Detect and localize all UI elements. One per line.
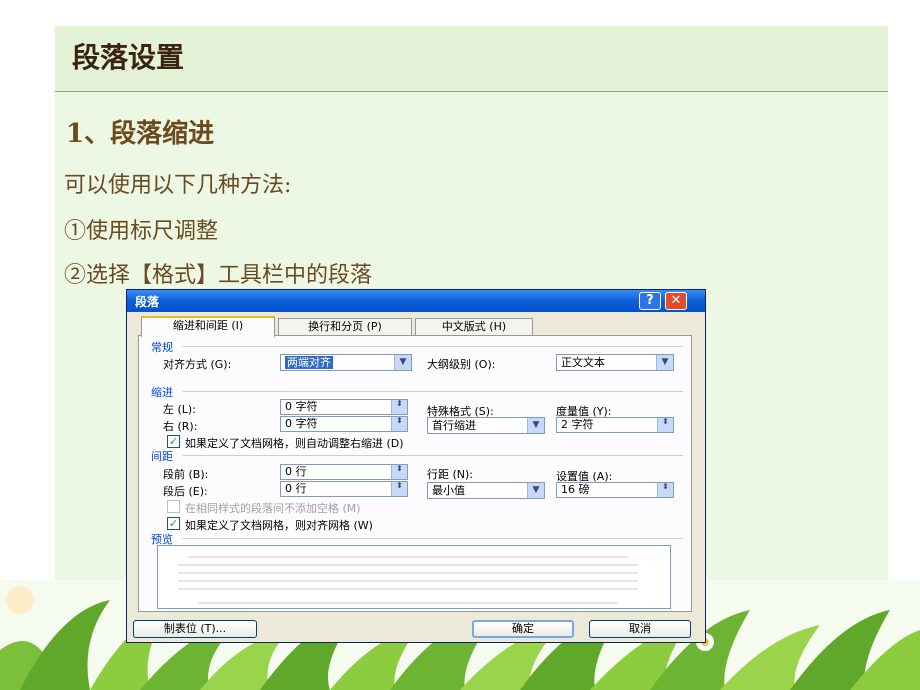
no-space-label: 在相同样式的段落间不添加空格 (M) — [185, 502, 361, 515]
spinner-arrows-icon[interactable]: ⬍ — [657, 483, 673, 497]
spacing-at-value: 16 磅 — [561, 483, 590, 496]
tab-stops-button[interactable]: 制表位 (T)... — [133, 620, 257, 638]
space-after-value: 0 行 — [285, 482, 307, 495]
group-spacing-label: 间距 — [151, 450, 173, 463]
body-line-3: ②选择【格式】工具栏中的段落 — [64, 263, 373, 288]
line-spacing-select[interactable]: 最小值 ▼ — [427, 482, 545, 499]
group-indent-label: 缩进 — [151, 386, 173, 399]
group-divider — [183, 346, 683, 347]
chevron-down-icon[interactable]: ▼ — [656, 355, 673, 370]
alignment-label: 对齐方式 (G): — [163, 358, 232, 371]
paragraph-dialog: 段落 ? ✕ 缩进和间距 (I) 换行和分页 (P) 中文版式 (H) 常规 对… — [126, 289, 706, 643]
snap-grid-label: 如果定义了文档网格，则对齐网格 (W) — [185, 519, 373, 532]
no-space-checkbox[interactable] — [167, 500, 180, 513]
special-indent-value: 首行缩进 — [432, 419, 476, 432]
indent-by-spinner[interactable]: 2 字符 ⬍ — [556, 417, 674, 433]
close-button[interactable]: ✕ — [665, 292, 687, 310]
cancel-button[interactable]: 取消 — [589, 620, 691, 638]
spinner-arrows-icon[interactable]: ⬍ — [391, 417, 407, 431]
slide-title: 段落设置 — [72, 41, 185, 74]
spinner-arrows-icon[interactable]: ⬍ — [391, 400, 407, 414]
indent-by-value: 2 字符 — [561, 418, 594, 431]
ok-button[interactable]: 确定 — [472, 620, 574, 638]
chevron-down-icon[interactable]: ▼ — [394, 355, 411, 370]
spinner-arrows-icon[interactable]: ⬍ — [657, 418, 673, 432]
chevron-down-icon[interactable]: ▼ — [527, 483, 544, 498]
spacing-at-spinner[interactable]: 16 磅 ⬍ — [556, 482, 674, 498]
line-spacing-value: 最小值 — [432, 484, 465, 497]
group-divider — [183, 538, 683, 539]
chevron-down-icon[interactable]: ▼ — [527, 418, 544, 433]
indent-left-spinner[interactable]: 0 字符 ⬍ — [280, 399, 408, 415]
snap-grid-checkbox[interactable]: ✓ — [167, 517, 180, 530]
spinner-arrows-icon[interactable]: ⬍ — [391, 465, 407, 479]
tab-asian-typography[interactable]: 中文版式 (H) — [415, 318, 533, 336]
space-after-spinner[interactable]: 0 行 ⬍ — [280, 481, 408, 497]
outline-level-label: 大纲级别 (O): — [427, 358, 496, 371]
indent-right-label: 右 (R): — [163, 420, 198, 433]
line-spacing-label: 行距 (N): — [427, 468, 474, 481]
group-divider — [183, 391, 683, 392]
help-button[interactable]: ? — [639, 292, 661, 310]
group-divider — [183, 455, 683, 456]
indent-left-label: 左 (L): — [163, 403, 196, 416]
section-heading: 1、段落缩进 — [66, 119, 215, 149]
body-line-2: ①使用标尺调整 — [64, 219, 219, 244]
outline-level-value: 正文文本 — [561, 356, 605, 369]
alignment-value: 两端对齐 — [285, 356, 333, 369]
dialog-titlebar[interactable]: 段落 ? ✕ — [127, 290, 705, 312]
tab-line-page-breaks[interactable]: 换行和分页 (P) — [278, 318, 412, 336]
indent-left-value: 0 字符 — [285, 400, 318, 413]
indent-right-value: 0 字符 — [285, 417, 318, 430]
space-after-label: 段后 (E): — [163, 485, 208, 498]
paragraph-preview — [157, 545, 671, 609]
space-before-label: 段前 (B): — [163, 468, 209, 481]
body-line-1: 可以使用以下几种方法: — [64, 173, 292, 198]
space-before-value: 0 行 — [285, 465, 307, 478]
auto-adjust-label: 如果定义了文档网格，则自动调整右缩进 (D) — [185, 437, 404, 450]
spinner-arrows-icon[interactable]: ⬍ — [391, 482, 407, 496]
dialog-title: 段落 — [135, 295, 160, 309]
alignment-select[interactable]: 两端对齐 ▼ — [280, 354, 412, 371]
indent-right-spinner[interactable]: 0 字符 ⬍ — [280, 416, 408, 432]
tab-panel: 常规 对齐方式 (G): 两端对齐 ▼ 大纲级别 (O): 正文文本 ▼ 缩进 … — [138, 335, 692, 612]
group-general-label: 常规 — [151, 341, 173, 354]
special-indent-select[interactable]: 首行缩进 ▼ — [427, 417, 545, 434]
auto-adjust-checkbox[interactable]: ✓ — [167, 435, 180, 448]
outline-level-select[interactable]: 正文文本 ▼ — [556, 354, 674, 371]
tab-indent-spacing[interactable]: 缩进和间距 (I) — [141, 316, 275, 337]
space-before-spinner[interactable]: 0 行 ⬍ — [280, 464, 408, 480]
